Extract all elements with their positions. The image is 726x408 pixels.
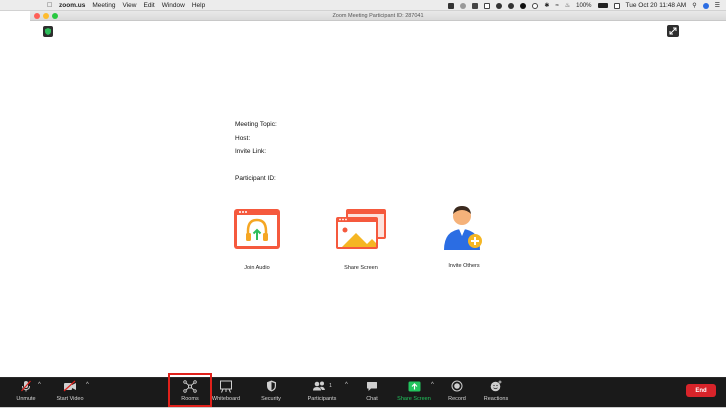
- apple-icon[interactable]: : [47, 2, 55, 9]
- video-off-icon: [63, 380, 76, 392]
- invite-person-icon: [444, 206, 482, 250]
- participants-count: 1: [329, 383, 332, 389]
- invite-link-label: Invite Link:: [235, 148, 267, 155]
- account-icon[interactable]: [520, 2, 527, 9]
- volume-icon[interactable]: ♨: [565, 2, 570, 9]
- window-title: Zoom Meeting Participant ID: 287041: [332, 13, 424, 19]
- start-video-button[interactable]: Start Video: [53, 379, 87, 402]
- breakout-rooms-icon: [183, 379, 197, 393]
- menu-edit[interactable]: Edit: [143, 2, 154, 9]
- record-icon: [451, 380, 463, 392]
- clock[interactable]: Tue Oct 20 11:48 AM: [626, 2, 687, 9]
- share-screen-icon: [336, 209, 386, 249]
- participants-label: Participants: [307, 396, 337, 402]
- unmute-label: Unmute: [16, 396, 36, 402]
- bluetooth-icon[interactable]: ✱: [544, 2, 549, 9]
- share-screen-button[interactable]: Share Screen: [321, 208, 401, 271]
- participants-button[interactable]: 1 Participants: [303, 379, 341, 402]
- unmute-button[interactable]: Unmute: [12, 379, 40, 402]
- video-options-caret-icon[interactable]: ^: [86, 382, 89, 388]
- security-shield-icon: [266, 380, 276, 392]
- status-area: ✱ ≈ ♨ 100% Tue Oct 20 11:48 AM ⚲ ☰: [448, 0, 720, 11]
- spotlight-icon[interactable]: ⚲: [692, 2, 696, 9]
- wifi-icon[interactable]: ≈: [555, 3, 558, 9]
- chat-button[interactable]: Chat: [360, 379, 384, 402]
- chat-label: Chat: [366, 396, 378, 402]
- rooms-button[interactable]: Rooms: [176, 379, 204, 402]
- menu-app-name[interactable]: zoom.us: [59, 2, 85, 9]
- invite-others-label: Invite Others: [448, 263, 480, 269]
- fullscreen-expand-icon[interactable]: [667, 25, 679, 37]
- whiteboard-button[interactable]: Whiteboard: [209, 379, 243, 402]
- join-audio-button[interactable]: Join Audio: [217, 208, 297, 271]
- record-label: Record: [448, 396, 466, 402]
- cloud-icon[interactable]: [496, 2, 503, 9]
- encryption-shield-icon[interactable]: [43, 26, 53, 37]
- window-title-bar: Zoom Meeting Participant ID: 287041: [30, 11, 726, 21]
- microphone-muted-icon: [21, 380, 31, 392]
- left-margin: [0, 11, 30, 377]
- headphones-icon: [234, 209, 280, 249]
- status-icon[interactable]: [460, 2, 467, 9]
- participant-id-label: Participant ID:: [235, 175, 276, 182]
- chat-bubble-icon: [367, 381, 377, 391]
- siri-icon[interactable]: [702, 2, 709, 9]
- control-center-icon[interactable]: ☰: [715, 2, 720, 9]
- security-label: Security: [261, 396, 281, 402]
- menu-view[interactable]: View: [123, 2, 137, 9]
- reactions-button[interactable]: Reactions: [481, 379, 511, 402]
- end-meeting-button[interactable]: End: [686, 384, 716, 397]
- join-audio-label: Join Audio: [244, 265, 270, 271]
- host-label: Host:: [235, 135, 251, 142]
- menu-meeting[interactable]: Meeting: [92, 2, 115, 9]
- rooms-label: Rooms: [181, 396, 199, 402]
- fullscreen-window-button[interactable]: [52, 13, 58, 19]
- battery-percent: 100%: [576, 2, 592, 9]
- input-source-icon[interactable]: [613, 2, 620, 9]
- security-button[interactable]: Security: [257, 379, 285, 402]
- invite-others-button[interactable]: Invite Others: [424, 206, 504, 269]
- participants-options-caret-icon[interactable]: ^: [345, 382, 348, 388]
- share-screen-toolbar-label: Share Screen: [397, 396, 431, 402]
- upload-icon[interactable]: [508, 2, 515, 9]
- whiteboard-label: Whiteboard: [211, 396, 241, 402]
- reactions-label: Reactions: [483, 396, 509, 402]
- whiteboard-icon: [220, 380, 232, 393]
- time-machine-icon[interactable]: [532, 2, 539, 9]
- window-icon[interactable]: [484, 2, 491, 9]
- battery-icon[interactable]: [597, 3, 608, 8]
- audio-options-caret-icon[interactable]: ^: [38, 382, 41, 388]
- share-options-caret-icon[interactable]: ^: [431, 382, 434, 388]
- record-button[interactable]: Record: [444, 379, 470, 402]
- share-screen-toolbar-button[interactable]: Share Screen: [395, 379, 433, 402]
- menu-window[interactable]: Window: [162, 2, 185, 9]
- mac-menu-bar:  zoom.us Meeting View Edit Window Help …: [0, 0, 726, 11]
- cup-icon[interactable]: [472, 2, 479, 9]
- participants-icon: [313, 381, 326, 391]
- reactions-smiley-icon: [490, 380, 502, 392]
- traffic-lights: [34, 13, 58, 19]
- menu-help[interactable]: Help: [192, 2, 205, 9]
- close-window-button[interactable]: [34, 13, 40, 19]
- minimize-window-button[interactable]: [43, 13, 49, 19]
- zoom-status-icon[interactable]: [448, 2, 455, 9]
- start-video-label: Start Video: [56, 396, 84, 402]
- share-screen-arrow-icon: [408, 381, 420, 391]
- meeting-topic-label: Meeting Topic:: [235, 121, 277, 128]
- share-screen-label: Share Screen: [344, 265, 378, 271]
